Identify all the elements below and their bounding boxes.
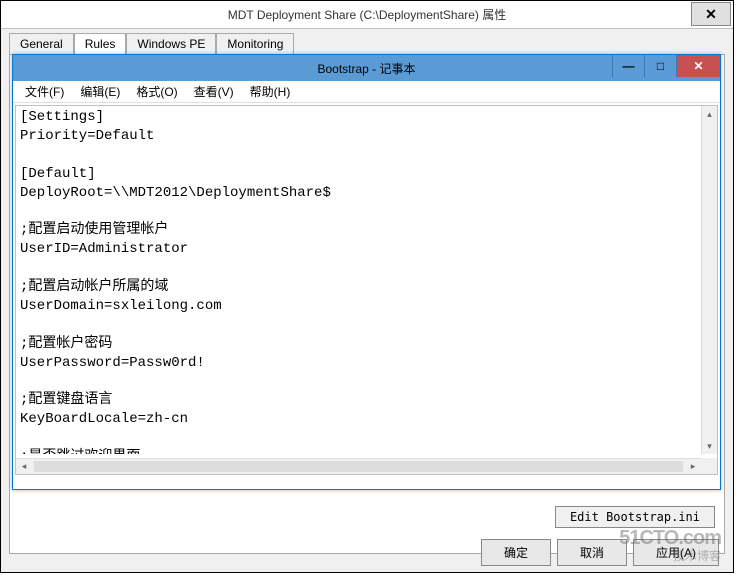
scroll-down-icon[interactable]: ▾ <box>702 438 717 454</box>
dialog-close-button[interactable]: ✕ <box>691 2 731 26</box>
tab-rules[interactable]: Rules <box>74 33 127 54</box>
notepad-window: Bootstrap - 记事本 — □ ✕ 文件(F) 编辑(E) 格式(O) … <box>12 54 721 490</box>
minimize-button[interactable]: — <box>612 55 644 77</box>
notepad-titlebar[interactable]: Bootstrap - 记事本 — □ ✕ <box>13 55 720 81</box>
tabs-row: General Rules Windows PE Monitoring <box>1 29 733 54</box>
tab-windows-pe[interactable]: Windows PE <box>126 33 216 54</box>
dialog-title: MDT Deployment Share (C:\DeploymentShare… <box>1 6 733 23</box>
edit-bootstrap-button[interactable]: Edit Bootstrap.ini <box>555 506 715 528</box>
menu-format[interactable]: 格式(O) <box>128 81 185 102</box>
scroll-thumb[interactable] <box>34 461 683 472</box>
close-icon: ✕ <box>705 6 717 23</box>
dialog-button-row: 确定 取消 应用(A) <box>481 539 719 566</box>
scroll-corner <box>701 458 717 474</box>
notepad-close-button[interactable]: ✕ <box>676 55 720 77</box>
text-editor[interactable]: [Settings] Priority=Default [Default] De… <box>16 106 717 454</box>
close-icon: ✕ <box>693 59 703 73</box>
scroll-right-icon[interactable]: ▸ <box>685 459 701 474</box>
tab-general[interactable]: General <box>9 33 74 54</box>
scroll-left-icon[interactable]: ◂ <box>16 459 32 474</box>
ok-button[interactable]: 确定 <box>481 539 551 566</box>
horizontal-scrollbar[interactable]: ◂ ▸ <box>16 458 701 474</box>
maximize-icon: □ <box>657 59 664 73</box>
menubar: 文件(F) 编辑(E) 格式(O) 查看(V) 帮助(H) <box>13 81 720 103</box>
menu-edit[interactable]: 编辑(E) <box>72 81 128 102</box>
tab-monitoring[interactable]: Monitoring <box>216 33 294 54</box>
cancel-button[interactable]: 取消 <box>557 539 627 566</box>
window-controls: — □ ✕ <box>612 55 720 77</box>
apply-button[interactable]: 应用(A) <box>633 539 719 566</box>
editor-area: [Settings] Priority=Default [Default] De… <box>15 105 718 475</box>
vertical-scrollbar[interactable]: ▴ ▾ <box>701 106 717 454</box>
minimize-icon: — <box>623 59 635 73</box>
dialog-titlebar: MDT Deployment Share (C:\DeploymentShare… <box>1 1 733 29</box>
menu-view[interactable]: 查看(V) <box>186 81 242 102</box>
maximize-button[interactable]: □ <box>644 55 676 77</box>
scroll-up-icon[interactable]: ▴ <box>702 106 717 122</box>
menu-help[interactable]: 帮助(H) <box>242 81 299 102</box>
menu-file[interactable]: 文件(F) <box>17 81 72 102</box>
